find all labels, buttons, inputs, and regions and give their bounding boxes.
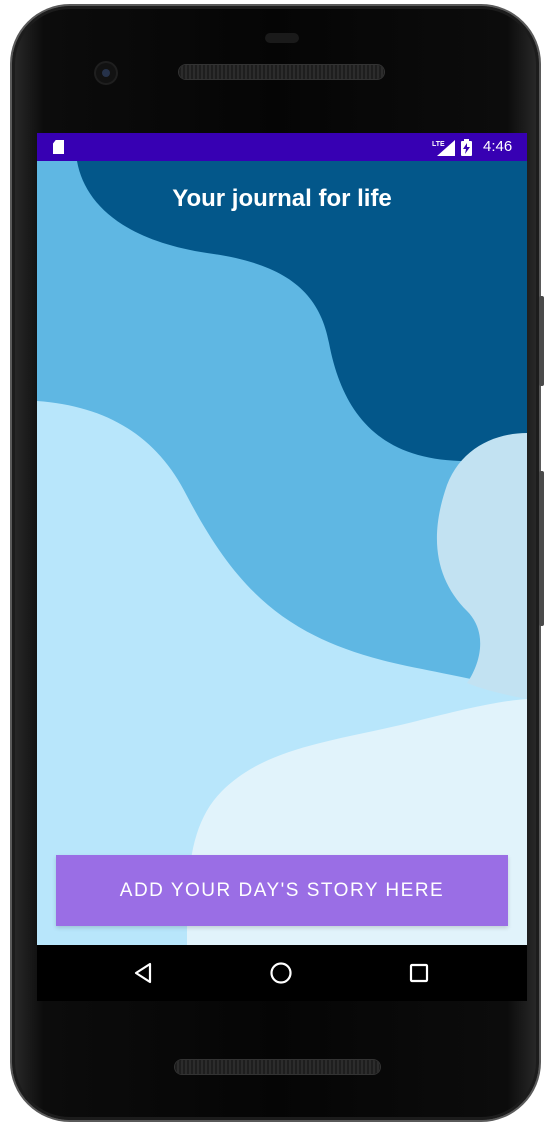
recents-icon: [409, 963, 429, 983]
nav-recents-button[interactable]: [397, 953, 441, 993]
network-label: LTE: [432, 141, 445, 148]
volume-button: [539, 471, 544, 626]
lte-signal-icon: LTE: [432, 140, 455, 156]
earpiece-speaker: [179, 65, 384, 79]
page-title: Your journal for life: [172, 185, 392, 212]
nav-back-button[interactable]: [121, 953, 165, 993]
front-camera: [96, 63, 116, 83]
bottom-speaker: [175, 1060, 380, 1074]
status-bar: LTE 4:46: [37, 133, 527, 161]
wave-background: [37, 161, 527, 945]
battery-charging-icon: [461, 139, 472, 156]
top-slot: [265, 33, 299, 43]
navigation-bar: [37, 945, 527, 1001]
status-time: 4:46: [483, 138, 513, 155]
back-icon: [134, 962, 152, 984]
power-button: [539, 296, 544, 386]
sd-card-icon: [53, 140, 64, 154]
nav-home-button[interactable]: [259, 953, 303, 993]
home-icon: [270, 962, 292, 984]
add-story-button[interactable]: ADD YOUR DAY'S STORY HERE: [56, 855, 508, 926]
phone-screen: LTE 4:46 Your journal for life ADD YOUR …: [37, 133, 527, 945]
